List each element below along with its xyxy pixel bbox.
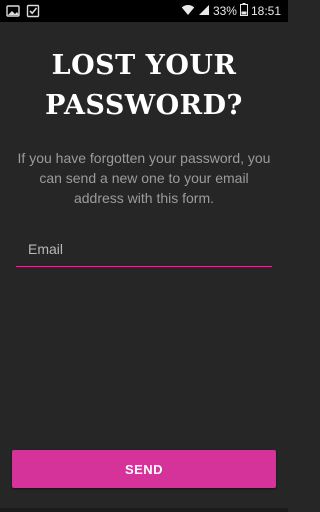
page-title-line-2: PASSWORD?	[45, 90, 243, 121]
bottom-nav-strip	[0, 508, 288, 512]
send-button[interactable]: SEND	[12, 450, 276, 488]
signal-icon	[198, 4, 210, 19]
image-notification-icon	[6, 4, 20, 18]
battery-percent: 33%	[212, 4, 237, 18]
page-title: LOST YOUR PASSWORD?	[0, 46, 288, 126]
page-description: If you have forgotten your password, you…	[17, 150, 271, 206]
status-bar-notifications	[0, 4, 40, 18]
email-field-container	[16, 232, 272, 267]
wifi-icon	[181, 4, 195, 19]
page-title-line-1: LOST YOUR	[51, 50, 237, 81]
clock: 18:51	[250, 4, 281, 18]
email-field[interactable]	[16, 232, 272, 262]
status-bar: 33% 18:51	[0, 0, 288, 22]
checkbox-notification-icon	[26, 4, 40, 18]
battery-icon	[239, 3, 248, 19]
status-bar-system: 33% 18:51	[181, 3, 288, 19]
